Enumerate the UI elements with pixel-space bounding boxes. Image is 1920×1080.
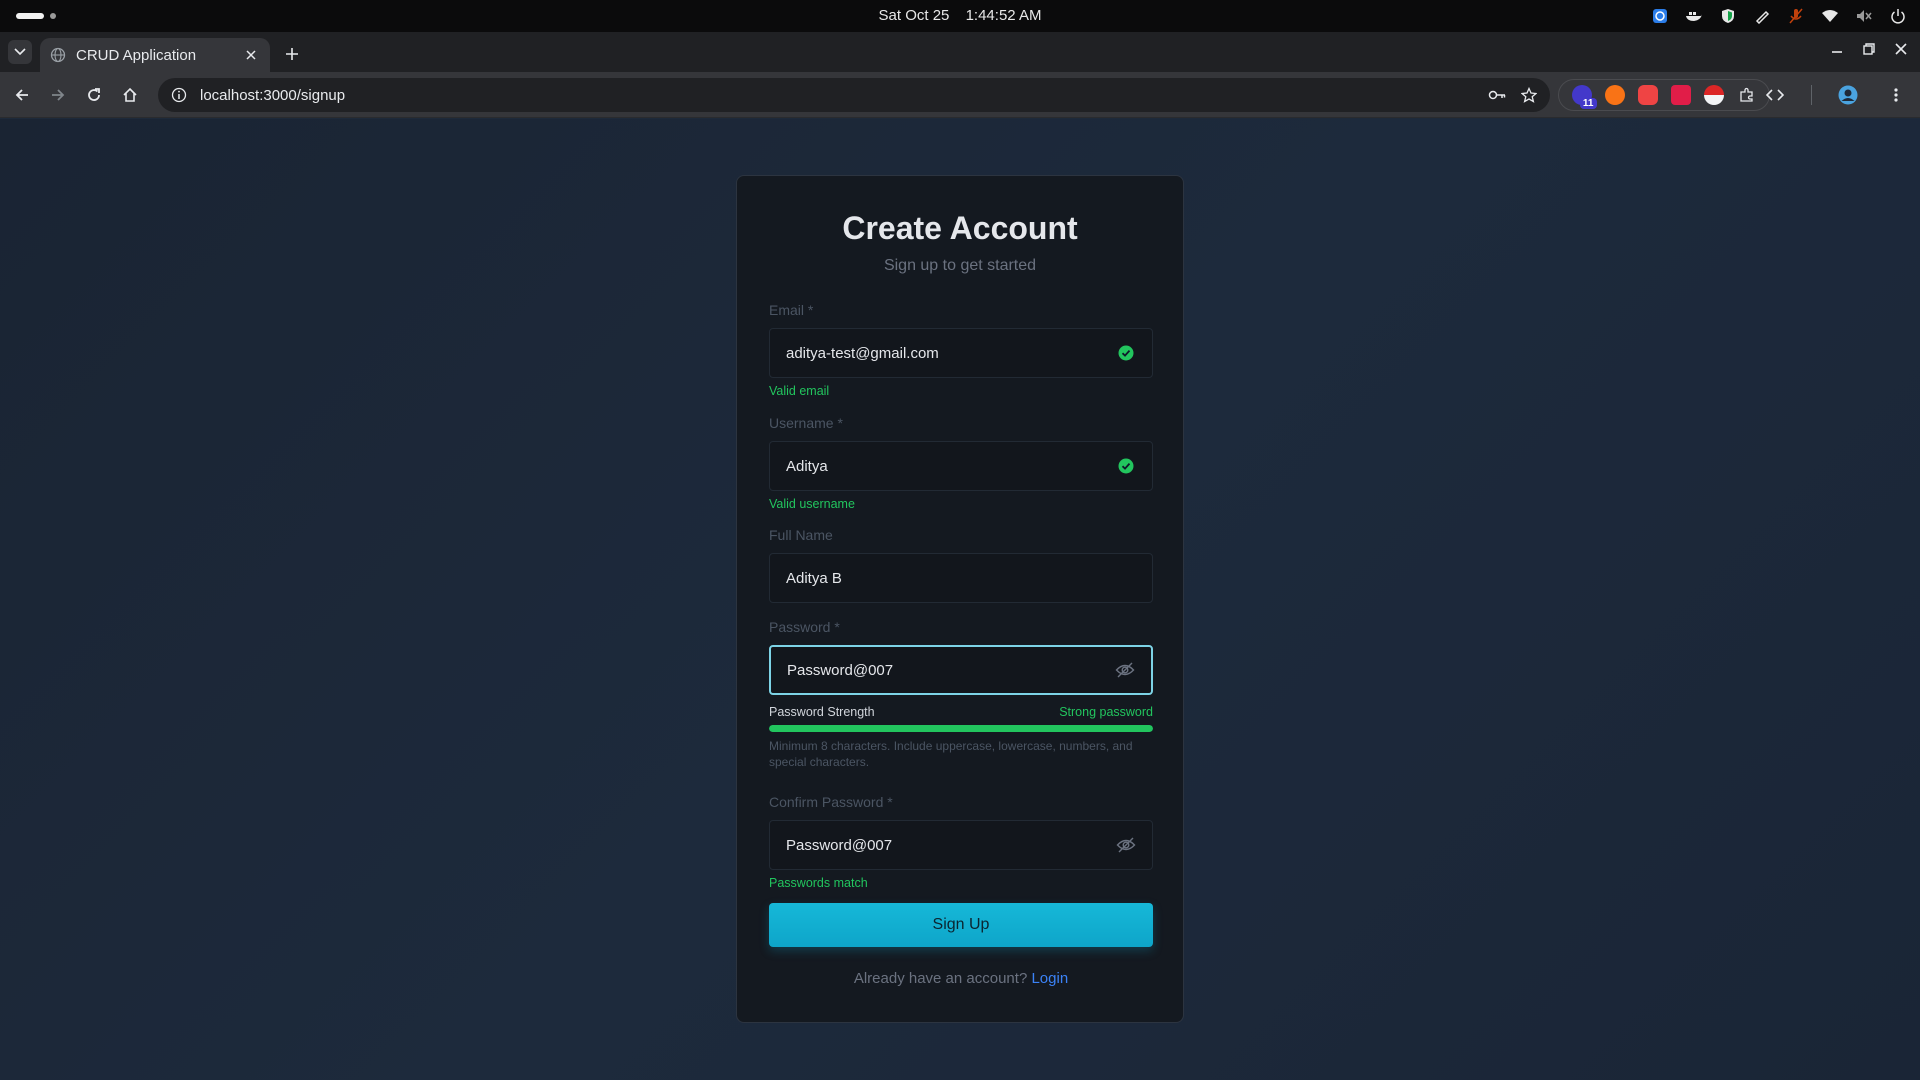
email-value: aditya-test@gmail.com <box>786 344 939 362</box>
login-prompt: Already have an account? Login <box>769 970 1153 987</box>
username-valid-hint: Valid username <box>769 497 855 511</box>
email-valid-hint: Valid email <box>769 384 830 398</box>
tab-close-icon[interactable] <box>242 46 260 64</box>
os-clock[interactable]: Sat Oct 25 1:44:52 AM <box>0 7 1920 24</box>
username-label: Username * <box>769 415 843 431</box>
docker-icon[interactable] <box>1684 6 1704 26</box>
password-strength-fill <box>769 725 1153 732</box>
check-circle-icon <box>1116 343 1136 363</box>
password-key-icon[interactable] <box>1488 86 1506 104</box>
password-strength-label: Password Strength <box>769 705 875 719</box>
confirm-password-label: Confirm Password * <box>769 794 893 810</box>
eye-off-icon[interactable] <box>1116 835 1136 855</box>
extension-counter-icon[interactable]: 11 <box>1571 85 1597 109</box>
url-text: localhost:3000/signup <box>200 86 346 104</box>
check-circle-icon <box>1116 456 1136 476</box>
toolbar-divider <box>1811 85 1812 105</box>
os-time: 1:44:52 AM <box>965 7 1042 24</box>
extension-ball-icon[interactable] <box>1703 85 1724 105</box>
login-prompt-text: Already have an account? <box>853 970 1028 987</box>
password-value: Password@007 <box>787 661 894 679</box>
shield-icon[interactable] <box>1718 6 1738 26</box>
extension-orange-icon[interactable] <box>1604 85 1625 105</box>
confirm-password-value: Password@007 <box>786 836 893 854</box>
os-date: Sat Oct 25 <box>878 7 950 24</box>
page-subtitle: Sign up to get started <box>883 257 1037 274</box>
site-info-icon[interactable] <box>170 86 188 104</box>
reload-icon[interactable] <box>82 83 106 107</box>
app-tray-icon[interactable] <box>1650 6 1670 26</box>
microphone-muted-icon[interactable] <box>1786 6 1806 26</box>
full-name-field[interactable]: Aditya B <box>769 553 1153 603</box>
email-group: Email * aditya-test@gmail.com Valid emai… <box>769 302 1153 398</box>
eye-off-icon[interactable] <box>1115 660 1135 680</box>
back-arrow-icon[interactable] <box>10 83 34 107</box>
login-link[interactable]: Login <box>1031 970 1068 987</box>
tab-search-button[interactable] <box>8 40 32 64</box>
browser-tab-strip: CRUD Application <box>0 32 1920 72</box>
toolbar-right <box>1763 83 1908 107</box>
password-strength-text: Strong password <box>1059 705 1153 719</box>
power-icon[interactable] <box>1888 6 1908 26</box>
tab-title: CRUD Application <box>76 46 197 64</box>
passwords-match-hint: Passwords match <box>769 876 868 890</box>
signup-card: Create Account Sign up to get started Em… <box>736 175 1184 1023</box>
full-name-group: Full Name Aditya B <box>769 527 1153 603</box>
browser-toolbar: localhost:3000/signup 11 <box>0 72 1920 118</box>
full-name-value: Aditya B <box>786 569 842 587</box>
extension-badge: 11 <box>1579 98 1597 109</box>
tab-crud-application[interactable]: CRUD Application <box>40 38 270 72</box>
page-title: Create Account <box>842 210 1078 246</box>
password-strength-row: Password Strength Strong password <box>769 705 1153 719</box>
profile-avatar[interactable] <box>1836 83 1860 107</box>
email-field[interactable]: aditya-test@gmail.com <box>769 328 1153 378</box>
bookmark-star-icon[interactable] <box>1520 86 1538 104</box>
extension-red-icon[interactable] <box>1637 85 1658 105</box>
more-menu-icon[interactable] <box>1884 83 1908 107</box>
username-value: Aditya <box>786 457 828 475</box>
globe-icon <box>50 47 66 63</box>
username-field[interactable]: Aditya <box>769 441 1153 491</box>
devtools-code-icon[interactable] <box>1763 83 1787 107</box>
extensions-area: 11 <box>1558 79 1770 111</box>
wifi-icon[interactable] <box>1820 6 1840 26</box>
os-top-bar: Sat Oct 25 1:44:52 AM <box>0 0 1920 32</box>
extensions-puzzle-icon[interactable] <box>1737 85 1757 105</box>
extension-pink-icon[interactable] <box>1670 85 1691 105</box>
window-controls <box>1828 40 1910 58</box>
forward-arrow-icon[interactable] <box>46 83 70 107</box>
password-strength-bar <box>769 725 1153 732</box>
password-group: Password * Password@007 Password Strengt… <box>769 619 1153 770</box>
password-rules: Minimum 8 characters. Include uppercase,… <box>769 739 1133 769</box>
address-bar[interactable]: localhost:3000/signup <box>158 78 1550 112</box>
full-name-label: Full Name <box>769 527 833 543</box>
confirm-password-group: Confirm Password * Password@007 Password… <box>769 794 1153 890</box>
system-tray <box>1650 5 1908 27</box>
confirm-password-field[interactable]: Password@007 <box>769 820 1153 870</box>
password-label: Password * <box>769 619 840 635</box>
volume-muted-icon[interactable] <box>1854 6 1874 26</box>
close-window-icon[interactable] <box>1892 40 1910 58</box>
pen-icon[interactable] <box>1752 6 1772 26</box>
password-field[interactable]: Password@007 <box>769 645 1153 695</box>
email-label: Email * <box>769 302 814 318</box>
sign-up-button[interactable]: Sign Up <box>769 903 1153 947</box>
new-tab-icon[interactable] <box>280 42 304 66</box>
home-icon[interactable] <box>118 83 142 107</box>
minimize-icon[interactable] <box>1828 40 1846 58</box>
restore-icon[interactable] <box>1860 40 1878 58</box>
page-background: Create Account Sign up to get started Em… <box>0 119 1920 1080</box>
username-group: Username * Aditya Valid username <box>769 415 1153 511</box>
